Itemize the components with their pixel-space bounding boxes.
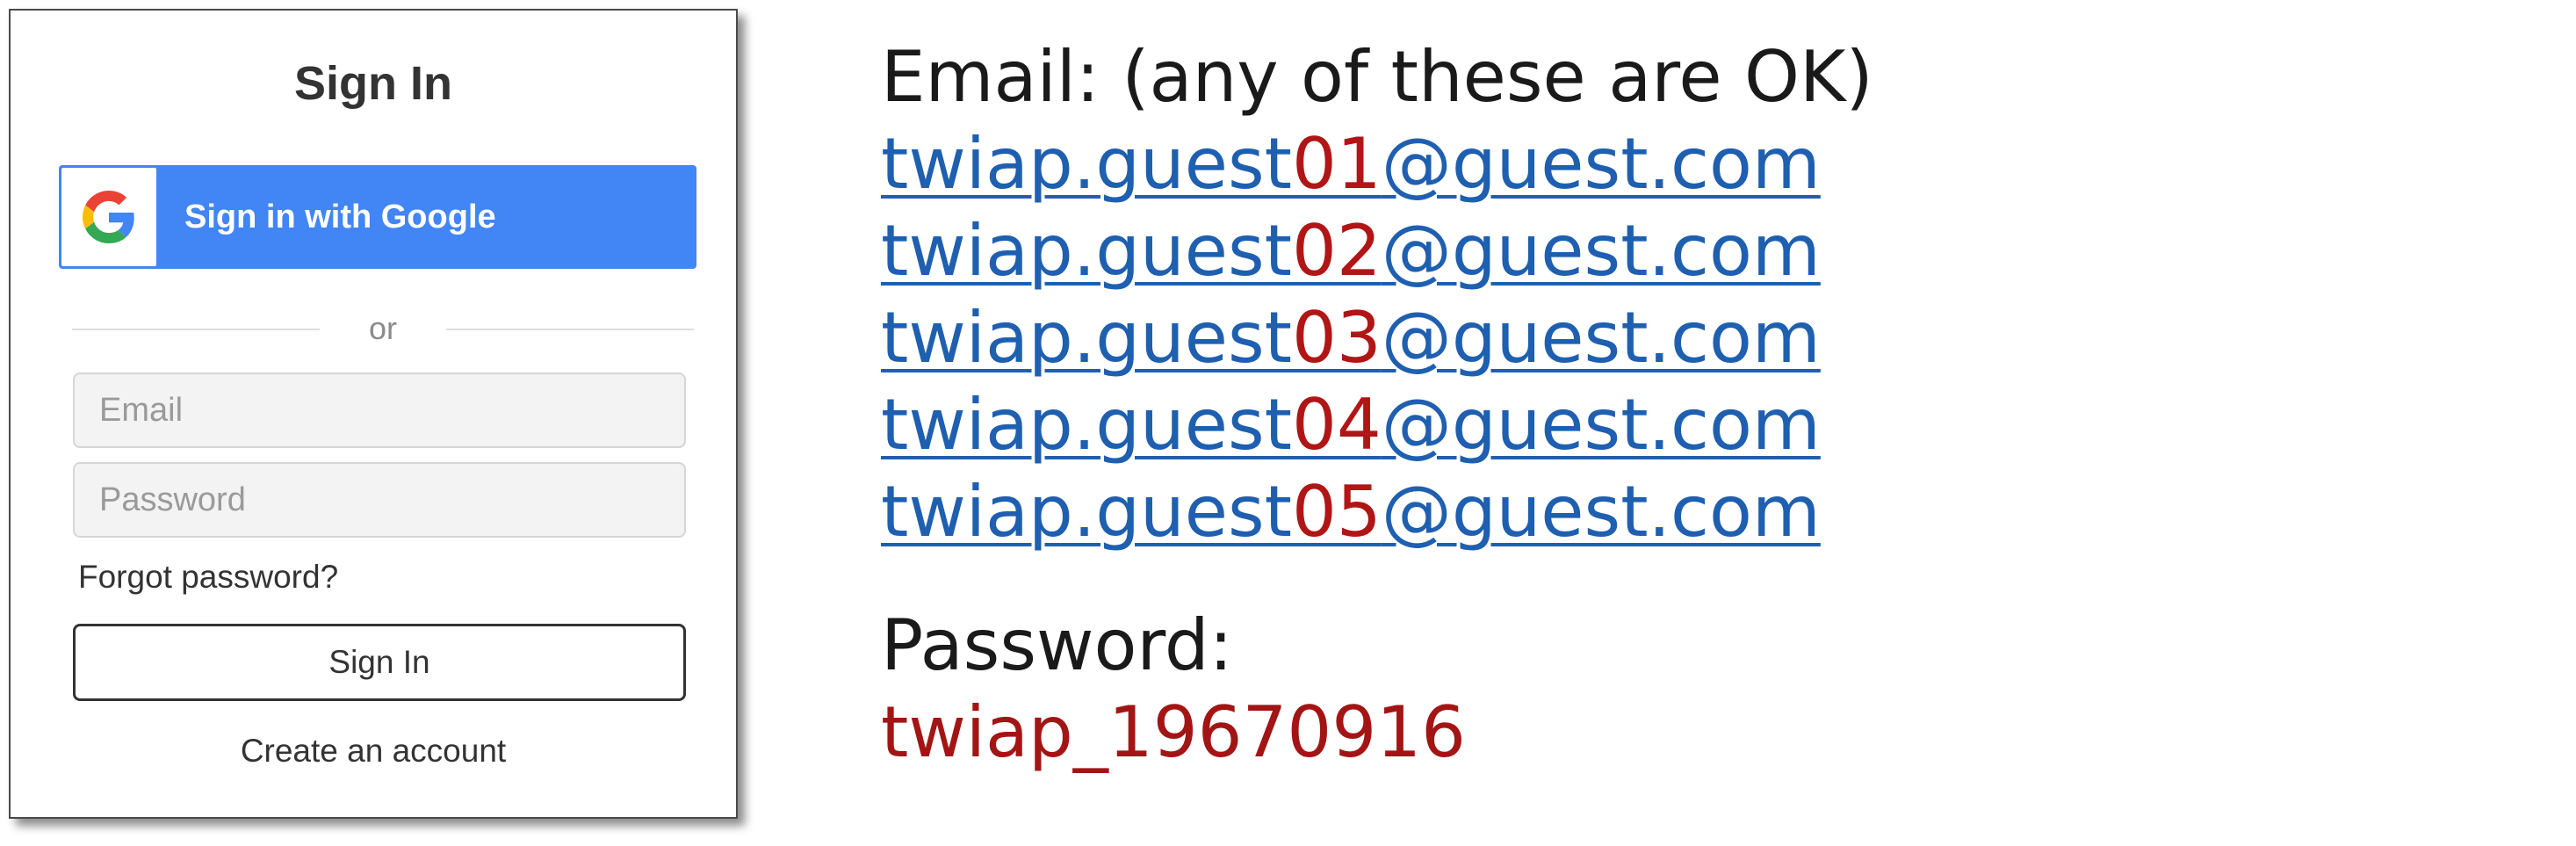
email-number: 02 [1292,210,1382,292]
signin-card: Sign In Sign in with Google or Forgot pa… [9,9,738,819]
google-signin-label: Sign in with Google [184,199,496,235]
email-prefix: twiap.guest [881,384,1293,466]
email-suffix: @guest.com [1381,471,1821,553]
email-prefix: twiap.guest [881,123,1293,205]
credentials-panel: Email: (any of these are OK) twiap.guest… [881,33,1873,776]
email-number: 04 [1292,384,1382,466]
password-input[interactable] [73,462,686,538]
email-number: 03 [1292,297,1382,379]
email-number: 05 [1292,471,1382,553]
guest-email-row: twiap.guest02@guest.com [881,207,1873,294]
guest-email-row: twiap.guest05@guest.com [881,468,1873,555]
or-divider: or [72,309,694,348]
guest-email-row: twiap.guest03@guest.com [881,294,1873,381]
guest-email-link[interactable]: twiap.guest05@guest.com [881,471,1821,553]
screenshot-canvas: Sign In Sign in with Google or Forgot pa… [0,0,2576,846]
google-icon-box [61,168,156,266]
guest-email-row: twiap.guest04@guest.com [881,381,1873,468]
password-heading: Password: [881,604,1233,686]
guest-email-link[interactable]: twiap.guest01@guest.com [881,123,1821,205]
email-heading: Email: (any of these are OK) [881,36,1873,118]
email-prefix: twiap.guest [881,210,1293,292]
email-suffix: @guest.com [1381,384,1821,466]
email-prefix: twiap.guest [881,471,1293,553]
email-suffix: @guest.com [1381,123,1821,205]
email-number: 01 [1292,123,1382,205]
email-suffix: @guest.com [1381,297,1821,379]
email-suffix: @guest.com [1381,210,1821,292]
guest-email-row: twiap.guest01@guest.com [881,120,1873,207]
password-value: twiap_19670916 [881,691,1467,773]
signin-title: Sign In [294,57,452,110]
signin-button[interactable]: Sign In [73,624,686,701]
google-g-icon [83,191,134,243]
guest-email-link[interactable]: twiap.guest03@guest.com [881,297,1821,379]
email-prefix: twiap.guest [881,297,1293,379]
google-signin-button[interactable]: Sign in with Google [59,165,696,269]
password-block: Password: twiap_19670916 [881,602,1873,776]
email-input[interactable] [73,372,686,448]
guest-email-link[interactable]: twiap.guest02@guest.com [881,210,1821,292]
create-account-link[interactable]: Create an account [11,731,736,771]
guest-email-link[interactable]: twiap.guest04@guest.com [881,384,1821,466]
divider-line-right [446,329,694,330]
forgot-password-link[interactable]: Forgot password? [78,557,338,597]
